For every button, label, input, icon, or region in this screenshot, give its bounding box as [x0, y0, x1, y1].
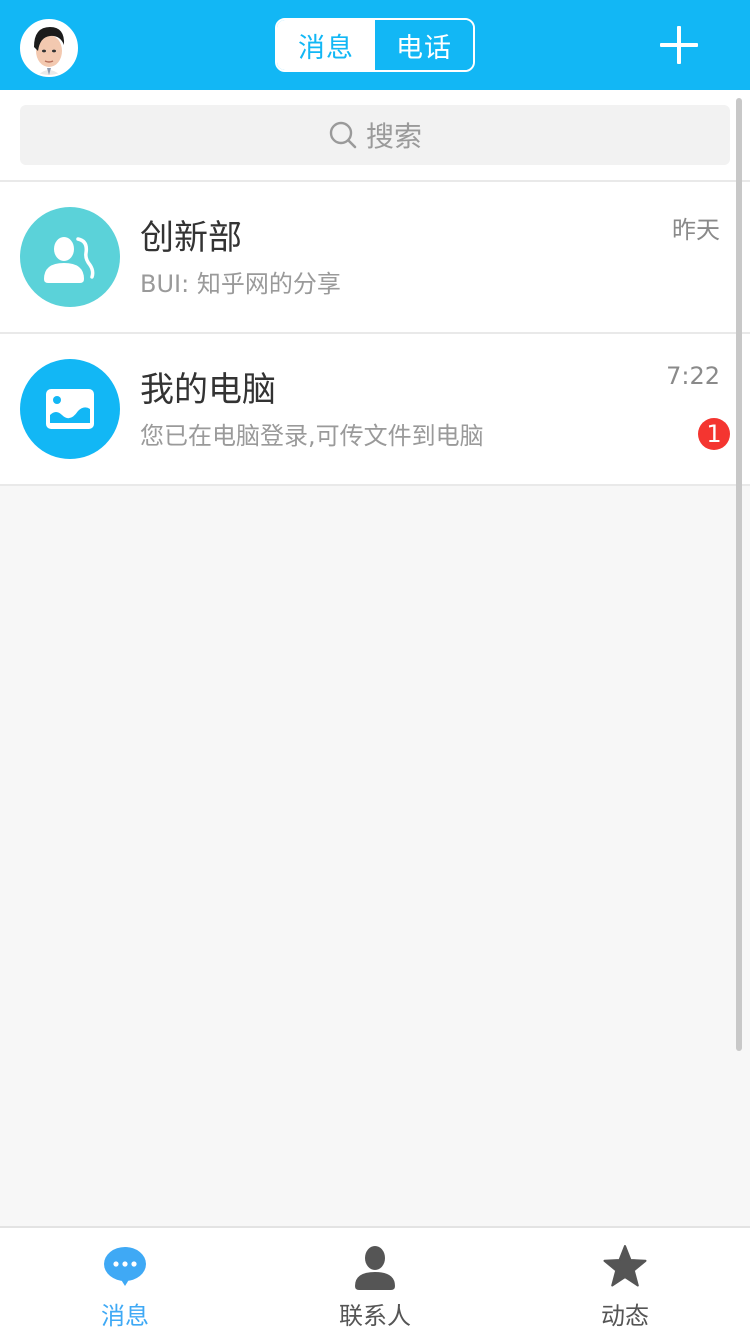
chat-bubble-icon: [104, 1247, 146, 1286]
group-icon: [44, 237, 95, 283]
user-avatar[interactable]: [20, 19, 78, 77]
tab-label: 联系人: [339, 1302, 411, 1330]
message-call-segmented-control: 消息 电话: [275, 18, 475, 72]
search-placeholder: 搜索: [365, 120, 422, 153]
conversation-preview: 您已在电脑登录,可传文件到电脑: [140, 422, 484, 450]
search-bar-container: 搜索: [0, 90, 750, 182]
avatar-illustration: [22, 21, 76, 75]
top-navbar: 消息 电话: [0, 0, 750, 90]
conversation-title: 我的电脑: [140, 370, 276, 410]
scrollbar[interactable]: [736, 98, 742, 1051]
star-icon: [603, 1245, 647, 1287]
tab-label: 动态: [601, 1302, 649, 1330]
tab-label: 消息: [101, 1302, 149, 1330]
conversation-time: 7:22: [666, 362, 720, 390]
search-icon: [329, 121, 357, 149]
conversation-item-my-computer[interactable]: 我的电脑 您已在电脑登录,可传文件到电脑 7:22 1: [0, 334, 750, 486]
group-avatar: [20, 207, 120, 307]
conversation-time: 昨天: [672, 216, 720, 244]
tab-messages[interactable]: 消息: [0, 1228, 250, 1334]
segment-tab-calls[interactable]: 电话: [375, 20, 473, 70]
conversation-preview: BUI: 知乎网的分享: [140, 270, 341, 298]
app-screen: 消息 电话 搜索 创新部 BUI: 知乎网的分享 昨天 我的电脑 您已在电脑登录…: [0, 0, 750, 1334]
search-input[interactable]: 搜索: [20, 105, 730, 165]
tab-contacts[interactable]: 联系人: [250, 1228, 500, 1334]
segment-tab-messages[interactable]: 消息: [277, 20, 375, 70]
person-icon: [355, 1246, 395, 1290]
image-icon: [46, 389, 94, 429]
bottom-tab-bar: 消息 联系人 动态: [0, 1226, 750, 1334]
tab-feed[interactable]: 动态: [500, 1228, 750, 1334]
computer-avatar: [20, 359, 120, 459]
plus-icon[interactable]: [660, 26, 698, 64]
conversation-list: 创新部 BUI: 知乎网的分享 昨天 我的电脑 您已在电脑登录,可传文件到电脑 …: [0, 182, 750, 486]
conversation-item-innovation[interactable]: 创新部 BUI: 知乎网的分享 昨天: [0, 182, 750, 334]
unread-badge: 1: [698, 418, 730, 450]
conversation-title: 创新部: [140, 218, 242, 258]
